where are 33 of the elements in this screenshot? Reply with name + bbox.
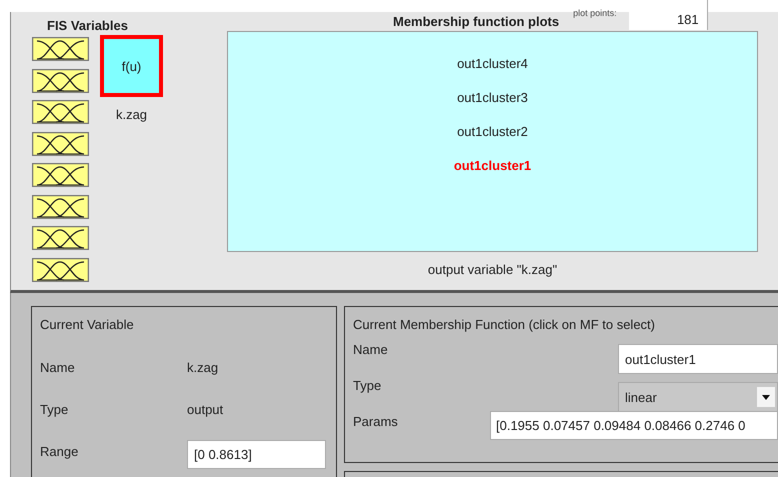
- input-variable-icon[interactable]: [32, 258, 89, 282]
- input-variable-icon[interactable]: [32, 68, 89, 92]
- panel-title: FIS Variables: [47, 18, 128, 33]
- membership-function-label[interactable]: out1cluster2: [457, 124, 528, 139]
- field-label: Type: [40, 402, 70, 416]
- name-field[interactable]: out1cluster1: [618, 344, 778, 374]
- field-value: output: [187, 402, 224, 416]
- field-value: k.zag: [187, 360, 218, 374]
- input-variable-icon[interactable]: [32, 226, 89, 250]
- input-variable-icon[interactable]: [32, 100, 89, 124]
- plot-title: Membership function plots: [393, 14, 560, 29]
- field-label: Params: [353, 414, 399, 429]
- membership-function-label[interactable]: out1cluster4: [457, 56, 528, 71]
- field-label: Type: [353, 378, 382, 393]
- plot-points-label: plot points:: [573, 8, 617, 18]
- membership-function-label[interactable]: out1cluster3: [457, 90, 528, 105]
- field-label: Range: [40, 444, 80, 458]
- field-label: Name: [40, 360, 76, 374]
- type-dropdown[interactable]: linear: [618, 382, 778, 412]
- range-field[interactable]: [0 0.8613]: [187, 440, 326, 468]
- membership-function-label[interactable]: out1cluster1: [454, 158, 532, 173]
- output-variable-box[interactable]: f(u): [100, 35, 163, 97]
- plot-caption: output variable "k.zag": [426, 262, 558, 277]
- panel-title: Current Membership Function (click on MF to select): [353, 317, 655, 332]
- variable-name: k.zag: [116, 107, 148, 122]
- input-variable-icon[interactable]: [32, 194, 89, 218]
- input-variable-icon[interactable]: [32, 163, 89, 187]
- input-variable-icon[interactable]: [32, 37, 89, 61]
- panel-title: Current Variable: [40, 317, 134, 332]
- input-variable-icon[interactable]: [32, 132, 89, 156]
- field-label: Name: [353, 342, 389, 357]
- plot-points-field[interactable]: 181: [628, 0, 708, 30]
- params-field[interactable]: [0.1955 0.07457 0.09484 0.08466 0.2746 0: [490, 411, 778, 440]
